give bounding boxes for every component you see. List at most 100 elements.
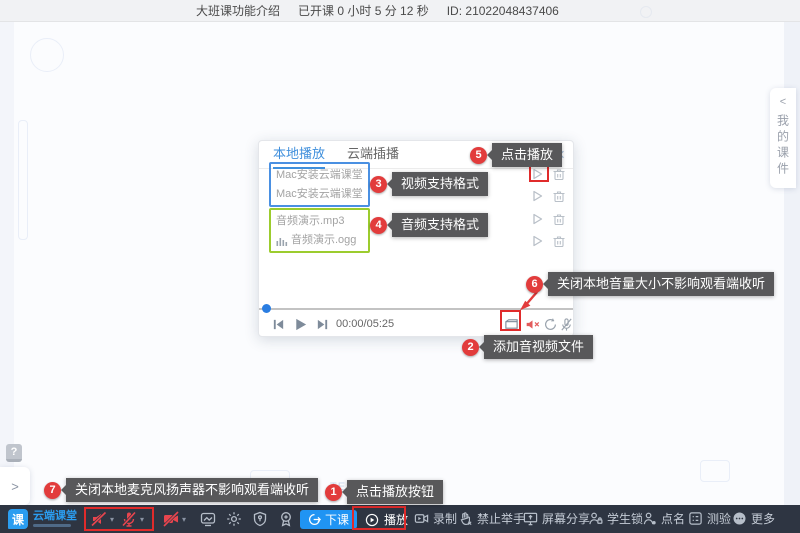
previous-track-icon[interactable]: [271, 317, 286, 332]
annotation-badge: 5: [470, 147, 487, 164]
forbid-raise-hand-button[interactable]: 禁止举手: [458, 510, 525, 527]
annotation-tip: 关闭本地音量大小不影响观看端收听: [548, 272, 774, 296]
leave-class-button[interactable]: 下课: [300, 510, 357, 529]
lesson-title: 大班课功能介绍: [196, 2, 280, 19]
play-file-icon[interactable]: [529, 211, 544, 226]
annotation-tip: 音频支持格式: [392, 213, 488, 237]
annotation-4: 4 音频支持格式: [370, 213, 488, 237]
file-row[interactable]: Mac安装云端课堂.webm: [276, 185, 363, 204]
screen-share-label: 屏幕分享: [542, 510, 590, 527]
annotation-1: 1 点击播放按钮: [325, 480, 443, 504]
annotation-badge: 4: [370, 217, 387, 234]
screen-share-icon: [523, 511, 538, 526]
more-label: 更多: [751, 510, 775, 527]
play-file-icon[interactable]: [529, 188, 544, 203]
top-status-bar: 大班课功能介绍 已开课 0 小时 5 分 12 秒 ID: 2102204843…: [0, 0, 800, 22]
annotation-tip: 关闭本地麦克风扬声器不影响观看端收听: [66, 478, 318, 502]
logo-icon: 课: [8, 509, 28, 529]
annotation-tip: 视频支持格式: [392, 172, 488, 196]
security-button[interactable]: [252, 511, 268, 527]
annotation-5: 5 点击播放: [470, 143, 562, 167]
play-file-icon[interactable]: [529, 233, 544, 248]
quiz-icon: [688, 511, 703, 526]
camera-toggle[interactable]: ▾: [162, 510, 186, 528]
delete-file-icon[interactable]: [551, 166, 566, 181]
hand-block-icon: [458, 511, 473, 526]
screen-share-button[interactable]: 屏幕分享: [523, 510, 590, 527]
settings-button[interactable]: [226, 511, 242, 527]
chevron-left-icon: <: [780, 96, 786, 108]
more-icon: [732, 511, 747, 526]
doodle-house: [700, 460, 730, 482]
file-name: 音频演示.mp3: [276, 212, 344, 231]
video-files-group: Mac安装云端课堂.mp4 Mac安装云端课堂.webm: [269, 162, 370, 207]
volume-muted-icon[interactable]: [525, 317, 540, 332]
file-row[interactable]: Mac安装云端课堂.mp4: [276, 166, 363, 185]
left-panel-expand-tab[interactable]: >: [0, 467, 30, 505]
file-name: Mac安装云端课堂.webm: [276, 185, 363, 204]
award-button[interactable]: [278, 511, 294, 527]
file-row[interactable]: 音频演示.ogg: [276, 231, 363, 250]
canvas-left-strip: [0, 22, 14, 505]
roll-call-icon: [642, 511, 657, 526]
doodle-ruler: [18, 120, 28, 240]
annotation-7: 7 关闭本地麦克风扬声器不影响观看端收听: [44, 478, 318, 502]
loop-mode-icon[interactable]: [543, 317, 558, 332]
my-courseware-tab[interactable]: < 我的课件: [770, 88, 796, 188]
annotation-6: 6 关闭本地音量大小不影响观看端收听: [526, 272, 774, 296]
room-id-label: ID:: [447, 4, 462, 18]
camera-off-icon: [162, 510, 180, 528]
annotation-2: 2 添加音视频文件: [462, 335, 593, 359]
next-track-icon[interactable]: [315, 317, 330, 332]
record-label: 录制: [433, 510, 457, 527]
logo-text: 云端课堂: [33, 511, 77, 522]
time-display: 00:00/05:25: [336, 318, 394, 330]
room-id: ID: 21022048437406: [447, 4, 559, 18]
caret-down-icon[interactable]: ▾: [182, 515, 186, 524]
delete-file-icon[interactable]: [551, 233, 566, 248]
record-icon: [414, 511, 429, 526]
delete-file-icon[interactable]: [551, 211, 566, 226]
record-button[interactable]: 录制: [414, 510, 457, 527]
leave-class-label: 下课: [325, 511, 349, 528]
doodle-dot: [640, 6, 652, 18]
file-actions-row: [529, 233, 566, 248]
app-logo: 课 云端课堂: [8, 509, 77, 529]
whiteboard-button[interactable]: [200, 511, 216, 527]
annotation-3: 3 视频支持格式: [370, 172, 488, 196]
delete-file-icon[interactable]: [551, 188, 566, 203]
doodle-circle: [30, 38, 64, 72]
mic-muted-icon[interactable]: [559, 317, 574, 332]
logo-subtext: [33, 524, 71, 527]
play-pause-icon[interactable]: [293, 317, 308, 332]
quiz-label: 测验: [707, 510, 731, 527]
quiz-button[interactable]: 测验: [688, 510, 731, 527]
roll-call-label: 点名: [661, 510, 685, 527]
session-timer: 已开课 0 小时 5 分 12 秒: [298, 2, 429, 19]
room-id-value: 21022048437406: [465, 4, 558, 18]
file-name: Mac安装云端课堂.mp4: [276, 166, 363, 185]
annotation-tip: 点击播放: [492, 143, 562, 167]
annotation-badge: 3: [370, 176, 387, 193]
file-actions-row: [529, 188, 566, 203]
forbid-raise-hand-label: 禁止举手: [477, 510, 525, 527]
roll-call-button[interactable]: 点名: [642, 510, 685, 527]
exit-icon: [308, 513, 321, 526]
annotation-badge: 6: [526, 276, 543, 293]
help-icon[interactable]: ?: [6, 444, 22, 462]
file-row[interactable]: 音频演示.mp3: [276, 212, 363, 231]
my-courseware-label: 我的课件: [775, 114, 792, 178]
file-actions-row: [529, 211, 566, 226]
annotation-tip: 添加音视频文件: [484, 335, 593, 359]
chevron-right-icon: >: [11, 479, 19, 494]
highlight-play-button: [352, 506, 406, 530]
student-lock-button[interactable]: 学生锁: [588, 510, 643, 527]
audio-files-group: 音频演示.mp3 音频演示.ogg: [269, 208, 370, 253]
annotation-tip: 点击播放按钮: [347, 480, 443, 504]
more-button[interactable]: 更多: [732, 510, 775, 527]
annotation-badge: 7: [44, 482, 61, 499]
highlight-mic-speaker-toggles: [84, 507, 154, 531]
student-lock-label: 学生锁: [607, 510, 643, 527]
annotation-badge: 2: [462, 339, 479, 356]
equalizer-icon: [276, 235, 288, 247]
